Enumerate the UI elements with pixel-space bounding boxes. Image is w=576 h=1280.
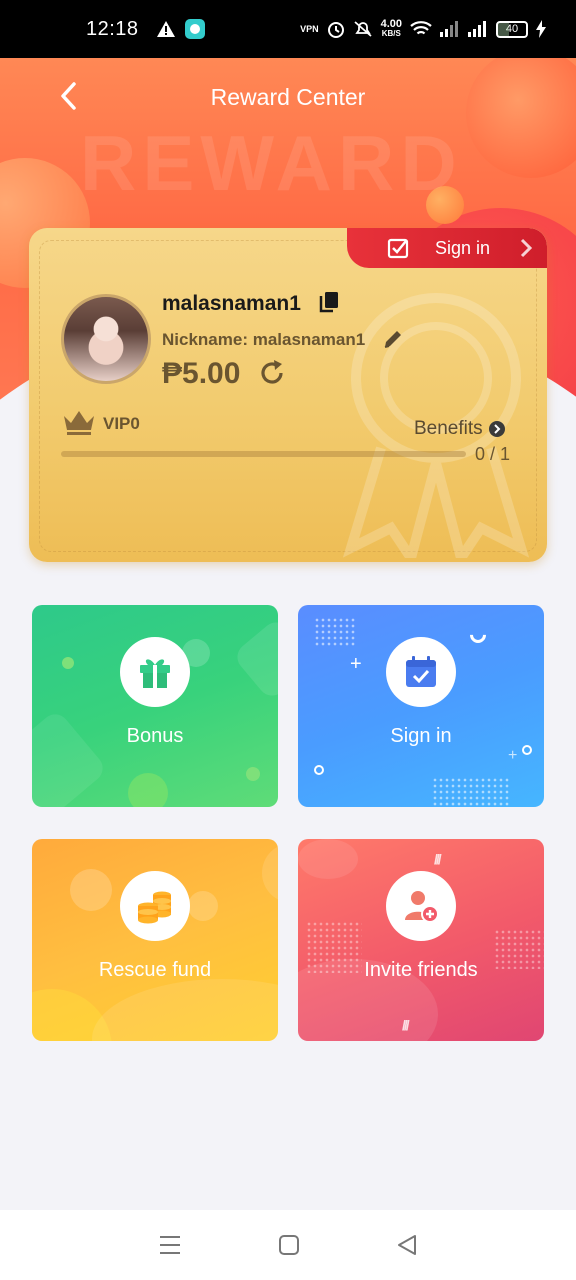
edit-icon[interactable] (382, 328, 404, 350)
avatar[interactable] (61, 294, 151, 384)
balance: ₱5.00 (162, 357, 241, 390)
copy-icon[interactable] (319, 291, 339, 313)
vip-progress-text: 0 / 1 (475, 444, 511, 464)
network-speed: 4.00 KB/S (380, 18, 402, 39)
check-calendar-icon (387, 238, 409, 259)
add-user-icon (405, 891, 439, 923)
calendar-check-icon (406, 656, 436, 687)
invite-friends-label: Invite friends (364, 959, 478, 981)
crown-icon (64, 411, 94, 435)
benefits-link[interactable]: Benefits (414, 418, 505, 440)
bonus-tile[interactable]: Bonus (32, 605, 278, 807)
vpn-icon: VPN (300, 24, 319, 34)
vip-progress-bar (61, 451, 466, 457)
rescue-fund-label: Rescue fund (98, 959, 212, 981)
bonus-label: Bonus (126, 725, 184, 747)
status-time: 12:18 (86, 17, 139, 40)
invite-friends-tile[interactable]: /// /// Invite friends (298, 839, 544, 1041)
warning-icon (156, 21, 175, 37)
chevron-right-icon (520, 238, 533, 258)
gift-icon (140, 659, 170, 688)
nickname: Nickname: malasnaman1 (162, 330, 366, 349)
plus-decoration: + (350, 653, 362, 675)
arrows-decoration-2: /// (402, 1017, 410, 1033)
card-signin-button[interactable]: Sign in (347, 228, 547, 268)
mute-icon (353, 21, 372, 37)
header-watermark: REWARD (80, 119, 463, 207)
gift-icon-circle (120, 637, 190, 707)
benefits-label: Benefits (414, 418, 483, 439)
coins-icon-circle (120, 871, 190, 941)
wifi-icon (410, 21, 432, 35)
add-user-icon-circle (386, 871, 456, 941)
signin-tile[interactable]: + + Sign in (298, 605, 544, 807)
page-title: Reward Center (210, 84, 366, 110)
chevron-circle-icon (488, 421, 505, 437)
home-icon[interactable] (278, 1234, 300, 1256)
refresh-icon[interactable] (257, 358, 287, 388)
user-card: Sign in malasnaman1 Nickname: malasnaman… (29, 228, 547, 562)
rescue-fund-tile[interactable]: Rescue fund (32, 839, 278, 1041)
back-nav-icon[interactable] (397, 1234, 417, 1256)
chat-app-icon (184, 19, 205, 39)
signal-icon (440, 21, 458, 37)
card-signin-label: Sign in (435, 237, 491, 258)
calendar-icon-circle (386, 637, 456, 707)
battery-indicator: 40 (496, 20, 528, 38)
username: malasnaman1 (162, 292, 301, 315)
signal-icon-2 (468, 21, 486, 37)
arrows-decoration: /// (434, 851, 442, 867)
status-bar: 12:18 VPN 4.00 KB/S 40 (0, 0, 576, 58)
charging-icon (536, 20, 546, 38)
signin-label: Sign in (390, 725, 452, 747)
vip-level: VIP0 (103, 414, 140, 433)
plus-decoration-2: + (508, 747, 518, 764)
alarm-icon (327, 22, 344, 38)
coins-icon (138, 891, 171, 924)
menu-icon[interactable] (159, 1235, 181, 1255)
system-nav-bar (0, 1210, 576, 1280)
